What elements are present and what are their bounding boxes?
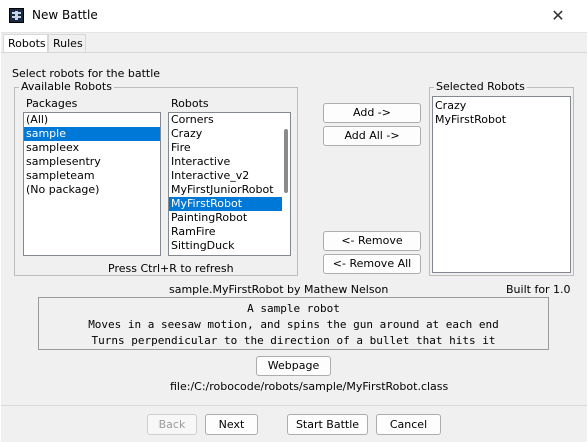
robots-list-scrollbar[interactable] [282, 113, 290, 255]
list-item[interactable]: Interactive [169, 155, 290, 169]
robots-list[interactable]: Corners Crazy Fire Interactive Interacti… [168, 112, 291, 256]
back-button[interactable]: Back [147, 414, 197, 435]
window-title: New Battle [32, 8, 98, 22]
tab-rules[interactable]: Rules [48, 34, 86, 53]
list-item[interactable]: Crazy [433, 99, 570, 113]
list-item[interactable]: (All) [24, 113, 160, 127]
selected-robots-legend: Selected Robots [434, 80, 527, 93]
refresh-hint: Press Ctrl+R to refresh [108, 262, 234, 275]
instruction-label: Select robots for the battle [12, 67, 161, 80]
robot-name-author: sample.MyFirstRobot by Mathew Nelson [169, 283, 389, 296]
list-item[interactable]: Crazy [169, 127, 290, 141]
list-item[interactable]: PaintingRobot [169, 211, 290, 225]
list-item[interactable]: samplesentry [24, 155, 160, 169]
close-icon[interactable]: ✕ [544, 4, 572, 28]
list-item[interactable]: (No package) [24, 183, 160, 197]
tab-robots[interactable]: Robots [3, 34, 48, 53]
built-for-label: Built for 1.0 [506, 283, 571, 296]
add-all-button[interactable]: Add All -> [323, 126, 421, 146]
robot-file-path: file:/C:/robocode/robots/sample/MyFirstR… [170, 380, 449, 393]
packages-list[interactable]: (All) sample sampleex samplesentry sampl… [23, 112, 161, 256]
packages-header: Packages [26, 97, 78, 110]
list-item[interactable]: MyFirstJuniorRobot [169, 183, 290, 197]
start-battle-button[interactable]: Start Battle [287, 414, 368, 435]
description-line: Moves in a seesaw motion, and spins the … [88, 318, 499, 331]
next-button[interactable]: Next [205, 414, 258, 435]
list-item[interactable]: Interactive_v2 [169, 169, 290, 183]
list-item[interactable]: sampleex [24, 141, 160, 155]
description-line: Turns perpendicular to the direction of … [91, 334, 496, 347]
description-line: A sample robot [247, 302, 340, 315]
remove-button[interactable]: <- Remove [323, 231, 421, 251]
cancel-button[interactable]: Cancel [376, 414, 441, 435]
list-item-selected[interactable]: MyFirstRobot [169, 197, 288, 211]
robots-header: Robots [171, 97, 209, 110]
scrollbar-thumb[interactable] [284, 129, 288, 193]
tab-divider [1, 52, 587, 53]
robocode-app-icon [9, 8, 24, 23]
selected-robots-list[interactable]: Crazy MyFirstRobot [432, 96, 571, 273]
list-item[interactable]: RamFire [169, 225, 290, 239]
footer-separator [1, 405, 587, 406]
available-robots-legend: Available Robots [19, 80, 114, 93]
list-item[interactable]: SittingDuck [169, 239, 290, 253]
robot-description-box: A sample robot Moves in a seesaw motion,… [38, 297, 549, 350]
remove-all-button[interactable]: <- Remove All [323, 254, 421, 274]
list-item[interactable]: MyFirstRobot [433, 113, 570, 127]
list-item[interactable]: sampleteam [24, 169, 160, 183]
list-item[interactable]: Corners [169, 113, 290, 127]
webpage-button[interactable]: Webpage [256, 356, 331, 376]
add-button[interactable]: Add -> [323, 103, 421, 123]
list-item[interactable]: Fire [169, 141, 290, 155]
list-item-selected[interactable]: sample [24, 127, 160, 141]
